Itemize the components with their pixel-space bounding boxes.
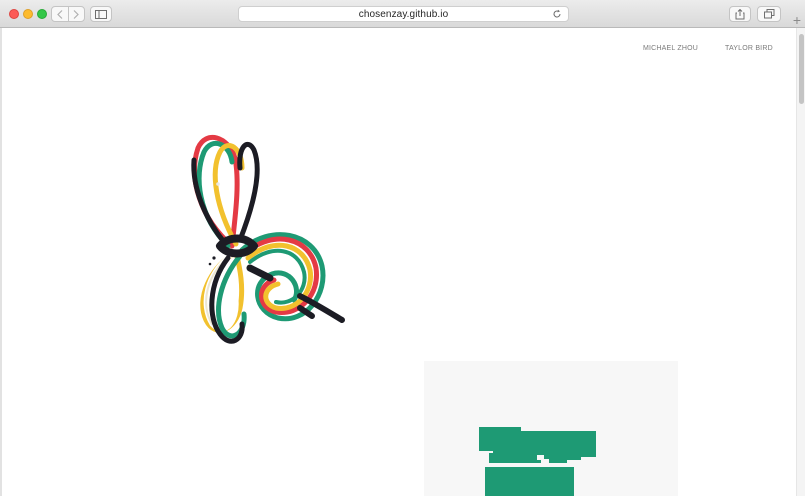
chevron-left-icon xyxy=(56,9,63,19)
url-text: chosenzay.github.io xyxy=(358,8,449,20)
nav-link-michael-zhou[interactable]: MICHAEL ZHOU xyxy=(643,45,698,52)
show-tabs-button[interactable] xyxy=(757,6,781,22)
address-bar[interactable]: chosenzay.github.io xyxy=(238,6,569,22)
close-window-button[interactable] xyxy=(9,9,19,19)
sidebar-button[interactable] xyxy=(90,6,112,22)
scrollbar-thumb[interactable] xyxy=(799,34,804,104)
minimize-window-button[interactable] xyxy=(23,9,33,19)
share-icon xyxy=(735,8,745,19)
tabs-icon xyxy=(763,9,774,19)
green-logo-shape xyxy=(479,427,596,496)
page-scrollbar[interactable] xyxy=(796,28,805,496)
web-page: MICHAEL ZHOU TAYLOR BIRD xyxy=(0,28,805,496)
project-preview-panel[interactable] xyxy=(424,361,678,496)
share-button[interactable] xyxy=(729,6,751,22)
forward-button[interactable] xyxy=(67,7,85,21)
nav-link-taylor-bird[interactable]: TAYLOR BIRD xyxy=(725,45,773,52)
sidebar-icon xyxy=(95,9,107,19)
zoom-window-button[interactable] xyxy=(37,9,47,19)
back-button[interactable] xyxy=(52,7,68,21)
browser-toolbar: chosenzay.github.io + xyxy=(0,0,805,28)
page-left-border xyxy=(0,28,2,496)
chevron-right-icon xyxy=(73,9,80,19)
rubber-band-knot-image[interactable] xyxy=(180,128,350,353)
top-nav: MICHAEL ZHOU TAYLOR BIRD xyxy=(0,45,796,57)
plus-icon: + xyxy=(792,12,802,28)
reload-icon[interactable] xyxy=(552,9,562,19)
history-nav xyxy=(51,6,85,22)
new-tab-button[interactable]: + xyxy=(789,12,805,28)
